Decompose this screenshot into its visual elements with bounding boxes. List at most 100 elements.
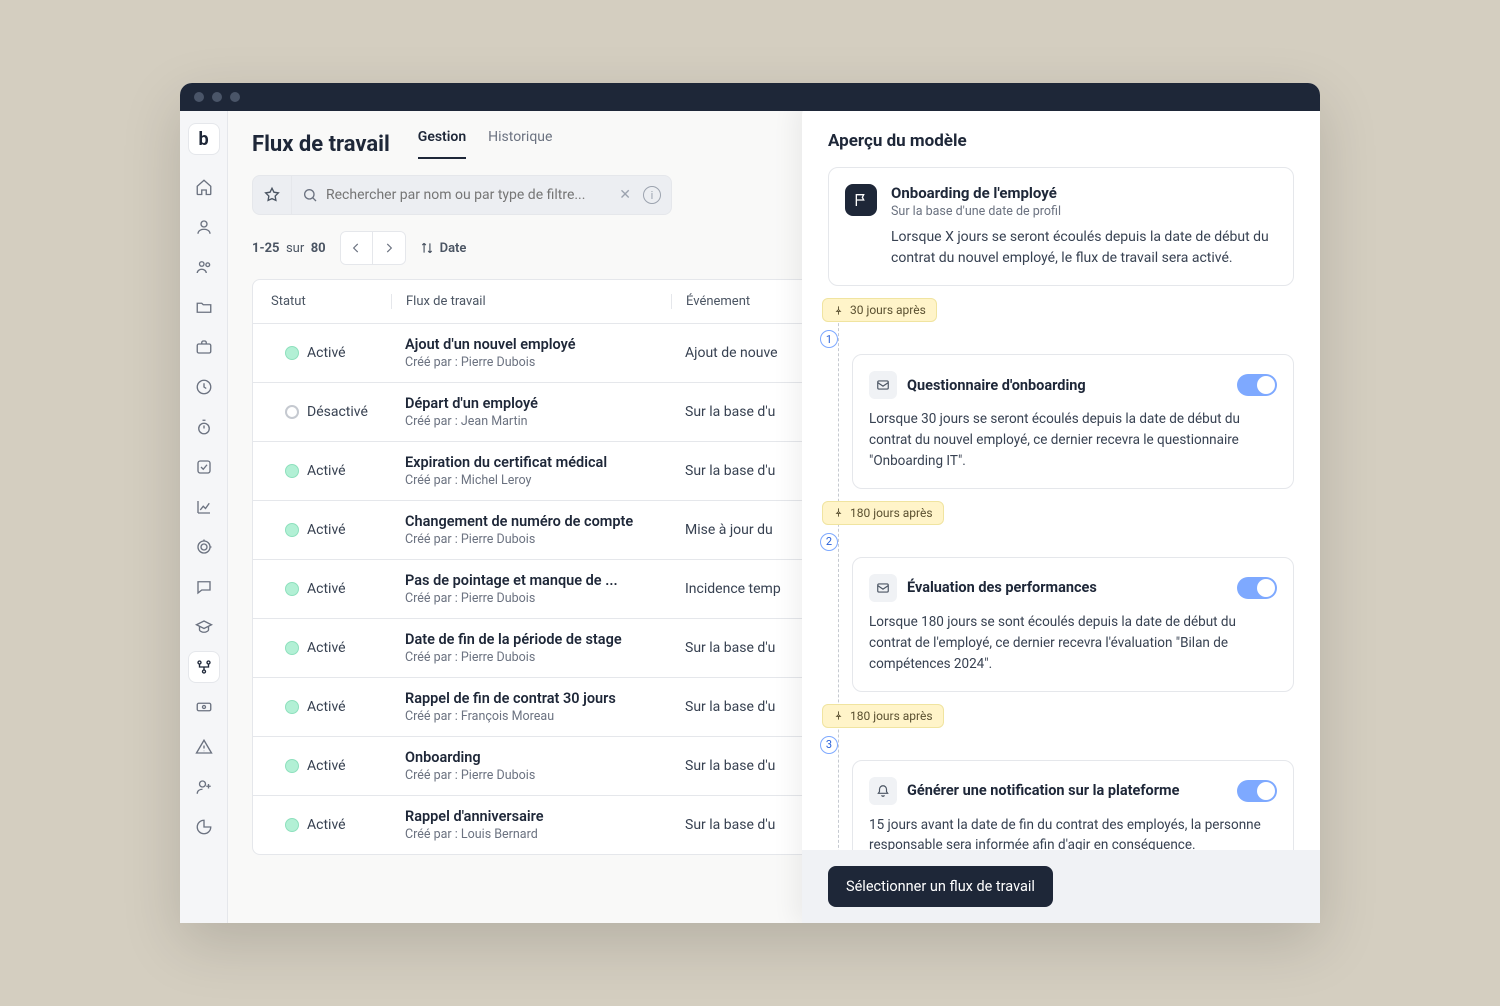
sort-label: Date	[440, 241, 467, 256]
sort-button[interactable]: Date	[420, 241, 467, 256]
sort-icon	[420, 241, 434, 255]
pagination-range: 1-25	[252, 241, 280, 256]
flow-cell: Expiration du certificat médical Créé pa…	[391, 454, 671, 488]
status-cell: Activé	[271, 345, 391, 361]
flow-creator: Créé par : François Moreau	[405, 709, 671, 724]
nav-check-icon[interactable]	[188, 451, 220, 483]
app-window: b Flux de travail Ges	[180, 83, 1320, 923]
step-toggle[interactable]	[1237, 577, 1277, 599]
status-label: Activé	[307, 463, 346, 479]
flow-name: Pas de pointage et manque de ...	[405, 572, 671, 589]
flag-icon	[845, 184, 877, 216]
tab-gestion[interactable]: Gestion	[418, 129, 466, 159]
preview-panel: Aperçu du modèle Onboarding de l'employé…	[802, 111, 1320, 923]
status-dot-icon	[285, 759, 299, 773]
pager-prev[interactable]	[341, 232, 373, 264]
flow-creator: Créé par : Pierre Dubois	[405, 355, 671, 370]
flow-creator: Créé par : Pierre Dubois	[405, 591, 671, 606]
flow-name: Rappel de fin de contrat 30 jours	[405, 690, 671, 707]
nav-chat-icon[interactable]	[188, 571, 220, 603]
step-number: 1	[820, 330, 838, 348]
chevron-left-icon	[349, 241, 363, 255]
flow-cell: Changement de numéro de compte Créé par …	[391, 513, 671, 547]
sidebar: b	[180, 111, 228, 923]
flow-creator: Créé par : Pierre Dubois	[405, 768, 671, 783]
status-cell: Désactivé	[271, 404, 391, 420]
step-title: Évaluation des performances	[907, 579, 1227, 596]
select-workflow-button[interactable]: Sélectionner un flux de travail	[828, 866, 1053, 907]
flow-cell: Rappel d'anniversaire Créé par : Louis B…	[391, 808, 671, 842]
window-min-dot[interactable]	[212, 92, 222, 102]
pin-icon	[833, 305, 844, 316]
flow-name: Départ d'un employé	[405, 395, 671, 412]
flow-creator: Créé par : Michel Leroy	[405, 473, 671, 488]
favorites-button[interactable]	[252, 175, 292, 215]
status-dot-icon	[285, 405, 299, 419]
flow-cell: Onboarding Créé par : Pierre Dubois	[391, 749, 671, 783]
search-info-icon[interactable]: i	[643, 186, 661, 204]
flow-creator: Créé par : Pierre Dubois	[405, 650, 671, 665]
flow-name: Changement de numéro de compte	[405, 513, 671, 530]
flow-creator: Créé par : Jean Martin	[405, 414, 671, 429]
nav-briefcase-icon[interactable]	[188, 331, 220, 363]
nav-alert-icon[interactable]	[188, 731, 220, 763]
status-dot-icon	[285, 700, 299, 714]
status-label: Activé	[307, 640, 346, 656]
status-cell: Activé	[271, 581, 391, 597]
flow-name: Ajout d'un nouvel employé	[405, 336, 671, 353]
status-cell: Activé	[271, 699, 391, 715]
nav-workflow-icon[interactable]	[188, 651, 220, 683]
step-number: 3	[820, 736, 838, 754]
flow-name: Rappel d'anniversaire	[405, 808, 671, 825]
clear-search-icon[interactable]: ✕	[615, 187, 635, 203]
nav-user-icon[interactable]	[188, 211, 220, 243]
flow-name: Expiration du certificat médical	[405, 454, 671, 471]
nav-pie-icon[interactable]	[188, 811, 220, 843]
nav-timer-icon[interactable]	[188, 411, 220, 443]
status-dot-icon	[285, 818, 299, 832]
window-close-dot[interactable]	[194, 92, 204, 102]
nav-target-icon[interactable]	[188, 531, 220, 563]
star-icon	[263, 186, 281, 204]
flow-cell: Rappel de fin de contrat 30 jours Créé p…	[391, 690, 671, 724]
nav-clock-icon[interactable]	[188, 371, 220, 403]
flow-cell: Départ d'un employé Créé par : Jean Mart…	[391, 395, 671, 429]
flow-creator: Créé par : Louis Bernard	[405, 827, 671, 842]
step-icon	[869, 777, 897, 805]
nav-adduser-icon[interactable]	[188, 771, 220, 803]
step-desc: Lorsque 30 jours se seront écoulés depui…	[869, 409, 1277, 472]
step-icon	[869, 371, 897, 399]
template-hero: Onboarding de l'employé Sur la base d'un…	[828, 167, 1294, 286]
panel-title: Aperçu du modèle	[828, 131, 1294, 151]
nav-home-icon[interactable]	[188, 171, 220, 203]
status-cell: Activé	[271, 817, 391, 833]
pagination-total: 80	[311, 241, 326, 256]
step-number: 2	[820, 533, 838, 551]
delay-badge: 180 jours après	[822, 501, 944, 525]
nav-users-icon[interactable]	[188, 251, 220, 283]
search-box: ✕ i	[292, 175, 672, 215]
pager	[340, 231, 406, 265]
nav-chart-icon[interactable]	[188, 491, 220, 523]
nav-grad-icon[interactable]	[188, 611, 220, 643]
hero-title: Onboarding de l'employé	[891, 184, 1277, 202]
pagination-of: sur	[286, 241, 304, 256]
status-cell: Activé	[271, 522, 391, 538]
nav-money-icon[interactable]	[188, 691, 220, 723]
search-icon	[302, 187, 318, 203]
step-card: Questionnaire d'onboarding Lorsque 30 jo…	[852, 354, 1294, 489]
tabs: Gestion Historique	[418, 129, 553, 159]
window-max-dot[interactable]	[230, 92, 240, 102]
step-toggle[interactable]	[1237, 780, 1277, 802]
nav-folder-icon[interactable]	[188, 291, 220, 323]
flow-cell: Pas de pointage et manque de ... Créé pa…	[391, 572, 671, 606]
status-cell: Activé	[271, 463, 391, 479]
tab-historique[interactable]: Historique	[488, 129, 552, 159]
step-toggle[interactable]	[1237, 374, 1277, 396]
app-logo: b	[188, 123, 220, 155]
delay-text: 180 jours après	[850, 709, 933, 723]
search-input[interactable]	[318, 187, 615, 203]
pager-next[interactable]	[373, 232, 405, 264]
delay-text: 180 jours après	[850, 506, 933, 520]
status-label: Activé	[307, 522, 346, 538]
